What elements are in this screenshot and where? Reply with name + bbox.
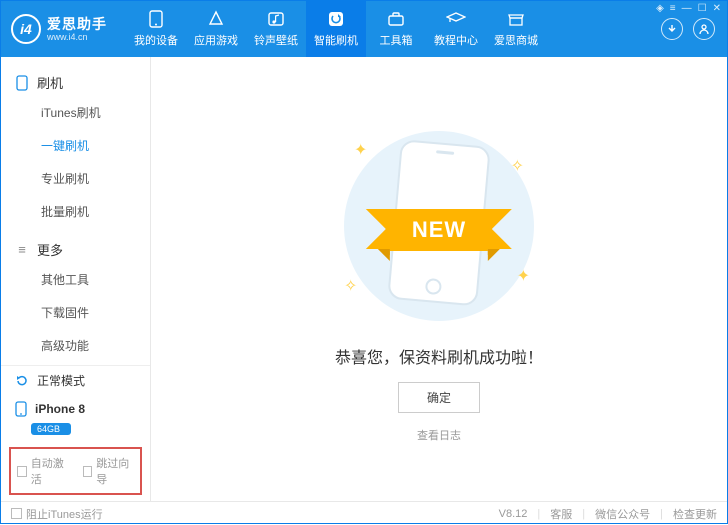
sparkle-icon: ✦ (517, 266, 530, 286)
sidebar-group-more: ≡ 更多 (1, 236, 150, 263)
app-name: 爱思助手 (47, 17, 107, 31)
device-mode-row[interactable]: 正常模式 (1, 365, 150, 395)
sparkle-icon: ✦ (354, 140, 367, 160)
checkbox-icon (83, 466, 93, 477)
tab-apps[interactable]: 应用游戏 (186, 1, 246, 57)
more-icon: ≡ (15, 242, 29, 257)
tab-label: 教程中心 (434, 32, 478, 48)
sparkle-icon: ✧ (344, 276, 357, 296)
top-tabs: 我的设备 应用游戏 铃声壁纸 智能刷机 工具箱 教程中心 爱思商城 (126, 1, 661, 57)
tutorial-icon (446, 10, 466, 28)
menu-icon[interactable]: ≡ (670, 3, 676, 14)
tab-label: 工具箱 (380, 32, 413, 48)
ok-button[interactable]: 确定 (398, 382, 480, 413)
sidebar-group-title: 更多 (37, 240, 63, 259)
ribbon-text: NEW (412, 217, 466, 242)
checkbox-label: 阻止iTunes运行 (26, 506, 103, 522)
refresh-icon (15, 374, 29, 388)
sidebar-item-oneclick-flash[interactable]: 一键刷机 (1, 129, 150, 162)
checkbox-auto-activate[interactable]: 自动激活 (17, 455, 69, 487)
sidebar-item-other-tools[interactable]: 其他工具 (1, 263, 150, 296)
device-name: iPhone 8 (35, 402, 85, 416)
sidebar-item-itunes-flash[interactable]: iTunes刷机 (1, 96, 150, 129)
sidebar-item-advanced[interactable]: 高级功能 (1, 329, 150, 362)
checkbox-block-itunes[interactable]: 阻止iTunes运行 (11, 506, 103, 522)
device-icon (149, 10, 163, 28)
download-button[interactable] (661, 18, 683, 40)
close-icon[interactable]: ✕ (713, 3, 721, 14)
checkbox-icon (11, 508, 22, 519)
version-label: V8.12 (499, 508, 528, 520)
sidebar-group-title: 刷机 (37, 73, 63, 92)
tab-store[interactable]: 爱思商城 (486, 1, 546, 57)
tab-smart-flash[interactable]: 智能刷机 (306, 1, 366, 57)
sidebar-item-download-firmware[interactable]: 下载固件 (1, 296, 150, 329)
footer-link-support[interactable]: 客服 (550, 506, 572, 522)
tab-ringtones[interactable]: 铃声壁纸 (246, 1, 306, 57)
sidebar-group-flash: 刷机 (1, 69, 150, 96)
iphone-icon (15, 401, 27, 417)
flash-icon (327, 10, 345, 28)
checkbox-label: 自动激活 (31, 455, 69, 487)
checkbox-skip-setup[interactable]: 跳过向导 (83, 455, 135, 487)
tab-label: 应用游戏 (194, 32, 238, 48)
logo-badge: i4 (11, 14, 41, 44)
window-controls: ◈ ≡ — ☐ ✕ (656, 3, 721, 14)
checkbox-icon (17, 466, 27, 477)
status-bar: 阻止iTunes运行 V8.12 | 客服 | 微信公众号 | 检查更新 (1, 501, 727, 525)
sidebar: 刷机 iTunes刷机 一键刷机 专业刷机 批量刷机 ≡ 更多 其他工具 下载固… (1, 57, 151, 501)
maximize-icon[interactable]: ☐ (698, 3, 707, 14)
main-content: ✦ ✧ ✧ ✦ NEW 恭喜您，保资料刷机成功啦！ 确定 查看日志 (151, 57, 727, 501)
tab-label: 我的设备 (134, 32, 178, 48)
footer-link-update[interactable]: 检查更新 (673, 506, 717, 522)
device-mode-label: 正常模式 (37, 372, 85, 389)
app-logo: i4 爱思助手 www.i4.cn (1, 1, 126, 57)
tab-tutorials[interactable]: 教程中心 (426, 1, 486, 57)
tab-toolbox[interactable]: 工具箱 (366, 1, 426, 57)
apps-icon (207, 10, 225, 28)
app-url: www.i4.cn (47, 33, 107, 42)
skin-icon[interactable]: ◈ (656, 3, 664, 14)
sidebar-item-pro-flash[interactable]: 专业刷机 (1, 162, 150, 195)
phone-icon (15, 75, 29, 91)
tab-label: 铃声壁纸 (254, 32, 298, 48)
music-icon (267, 10, 285, 28)
footer-link-wechat[interactable]: 微信公众号 (595, 506, 650, 522)
device-row[interactable]: iPhone 8 (1, 395, 150, 423)
tab-label: 智能刷机 (314, 32, 358, 48)
success-illustration: ✦ ✧ ✧ ✦ NEW (324, 126, 554, 326)
toolbox-icon (387, 10, 405, 28)
device-storage-badge: 64GB (31, 423, 71, 435)
success-message: 恭喜您，保资料刷机成功啦！ (335, 344, 543, 368)
sparkle-icon: ✧ (511, 156, 524, 176)
user-button[interactable] (693, 18, 715, 40)
tab-my-device[interactable]: 我的设备 (126, 1, 186, 57)
view-log-link[interactable]: 查看日志 (417, 427, 461, 443)
new-ribbon: NEW (390, 209, 488, 251)
app-header: i4 爱思助手 www.i4.cn 我的设备 应用游戏 铃声壁纸 智能刷机 工具… (1, 1, 727, 57)
post-flash-options: 自动激活 跳过向导 (9, 447, 142, 495)
checkbox-label: 跳过向导 (96, 455, 134, 487)
minimize-icon[interactable]: — (682, 3, 692, 14)
store-icon (507, 10, 525, 28)
app-body: 刷机 iTunes刷机 一键刷机 专业刷机 批量刷机 ≡ 更多 其他工具 下载固… (1, 57, 727, 501)
sidebar-item-batch-flash[interactable]: 批量刷机 (1, 195, 150, 228)
tab-label: 爱思商城 (494, 32, 538, 48)
